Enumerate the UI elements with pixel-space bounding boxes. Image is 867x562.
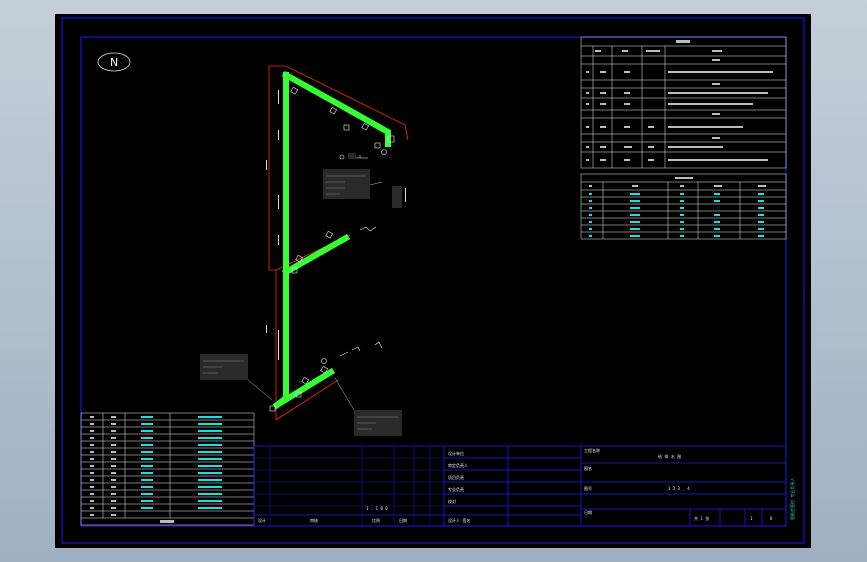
title-row-3: 专业负责: [448, 486, 464, 492]
drawing-sheet: [55, 14, 811, 548]
title-label-scale: 比例: [372, 517, 380, 523]
title-row-5: 设计人 签名: [448, 517, 470, 523]
title-row-1: 审定负责人: [448, 462, 468, 468]
scale-note: 1 : 1 0 0: [366, 506, 388, 511]
field-project: 工程名称: [584, 447, 600, 453]
title-label-design: 设计: [258, 517, 266, 523]
title-row-4: 校对: [448, 498, 456, 504]
title-row-2: 项目负责: [448, 474, 464, 480]
title-label-date: 日期: [399, 517, 407, 523]
cad-viewport[interactable]: N 设计 审核 比例 日期 1: 1 0 0 设计单位 审定负责人 项目负责 …: [0, 0, 867, 562]
drawing-number: 1 2 3 _ 4: [668, 486, 690, 491]
drawing-name: 给 排 水 图: [658, 453, 681, 459]
title-label-review: 审核: [310, 517, 318, 523]
sheet-count: 共 1 张: [694, 515, 709, 521]
stamp-vertical: 图纸会签栏 专业负责人: [789, 478, 795, 520]
north-label: N: [110, 56, 118, 69]
field-date: 日期: [584, 509, 592, 515]
field-number: 图号: [584, 485, 592, 491]
field-name: 图名: [584, 465, 592, 471]
title-row-0: 设计单位: [448, 450, 464, 456]
